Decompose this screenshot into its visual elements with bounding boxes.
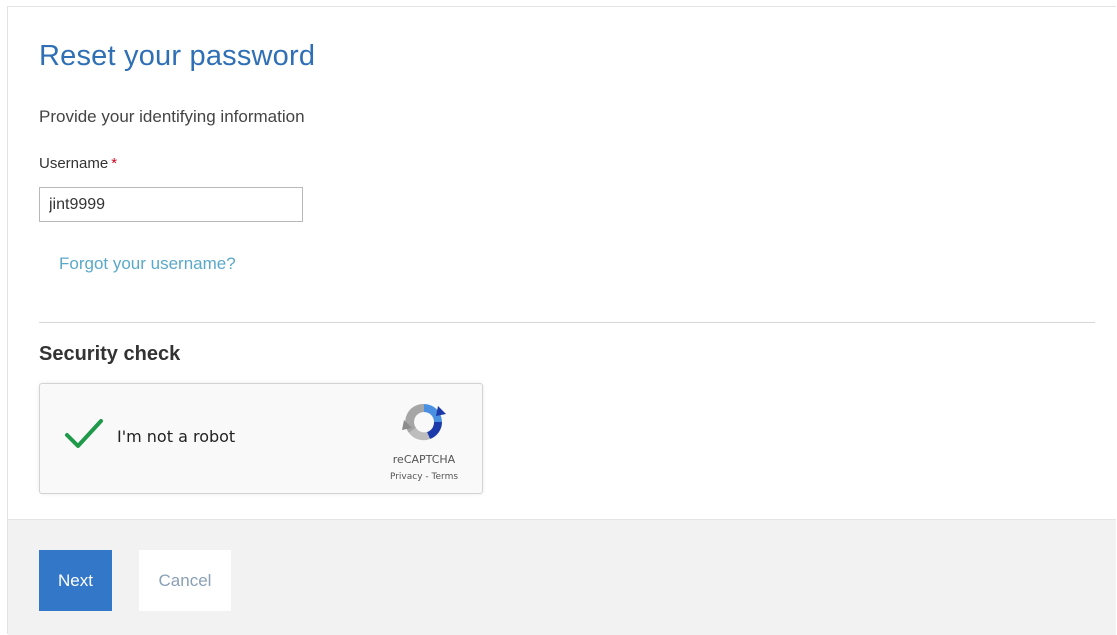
username-input[interactable] (39, 187, 303, 222)
form-footer: Next Cancel (8, 519, 1116, 635)
recaptcha-logo-icon (400, 398, 448, 446)
section-divider (39, 322, 1095, 323)
reset-password-card: Reset your password Provide your identif… (7, 6, 1116, 635)
recaptcha-widget: I'm not a robot reCAPTCHA Privacy - Term… (39, 383, 483, 494)
username-label-text: Username (39, 155, 109, 172)
terms-link[interactable]: Terms (432, 472, 459, 482)
page-subtitle: Provide your identifying information (39, 107, 305, 126)
recaptcha-brand-text: reCAPTCHA (392, 453, 456, 466)
links-separator: - (422, 472, 432, 482)
security-check-title: Security check (39, 343, 181, 365)
next-button[interactable]: Next (39, 550, 112, 611)
cancel-button[interactable]: Cancel (139, 550, 231, 611)
privacy-link[interactable]: Privacy (390, 472, 423, 482)
forgot-username-link[interactable]: Forgot your username? (59, 254, 236, 274)
captcha-label: I'm not a robot (117, 427, 236, 446)
checkmark-icon[interactable] (64, 417, 104, 451)
recaptcha-links: Privacy - Terms (378, 472, 470, 482)
required-marker: * (111, 155, 118, 172)
username-label: Username * (39, 155, 117, 172)
page-title: Reset your password (39, 40, 316, 72)
